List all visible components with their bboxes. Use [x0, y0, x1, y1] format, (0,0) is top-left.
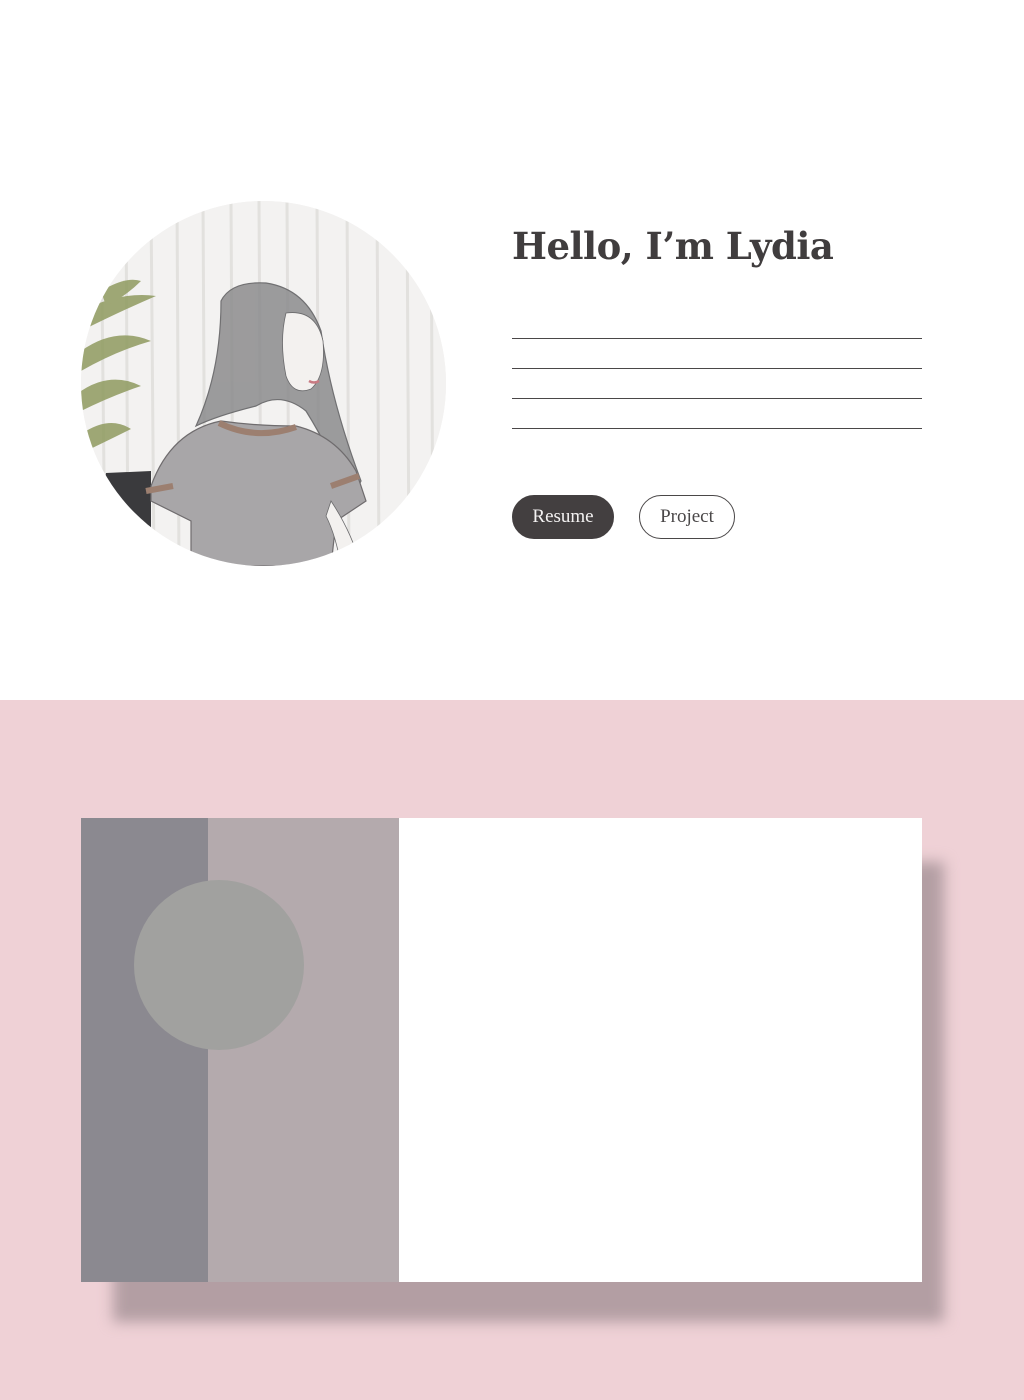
featured-card[interactable] — [81, 818, 922, 1282]
resume-button[interactable]: Resume — [512, 495, 614, 539]
text-line-divider — [512, 338, 922, 339]
portrait-image — [81, 201, 446, 566]
page: Hello, I’m Lydia Resume Project — [0, 0, 1024, 1400]
card-body — [399, 818, 922, 1282]
text-line-divider — [512, 368, 922, 369]
hero-section: Hello, I’m Lydia Resume Project — [0, 0, 1024, 700]
project-button[interactable]: Project — [639, 495, 735, 539]
text-line-divider — [512, 398, 922, 399]
hero-title: Hello, I’m Lydia — [512, 224, 834, 268]
card-circle-graphic — [134, 880, 304, 1050]
text-line-divider — [512, 428, 922, 429]
portrait-illustration-icon — [81, 201, 446, 566]
